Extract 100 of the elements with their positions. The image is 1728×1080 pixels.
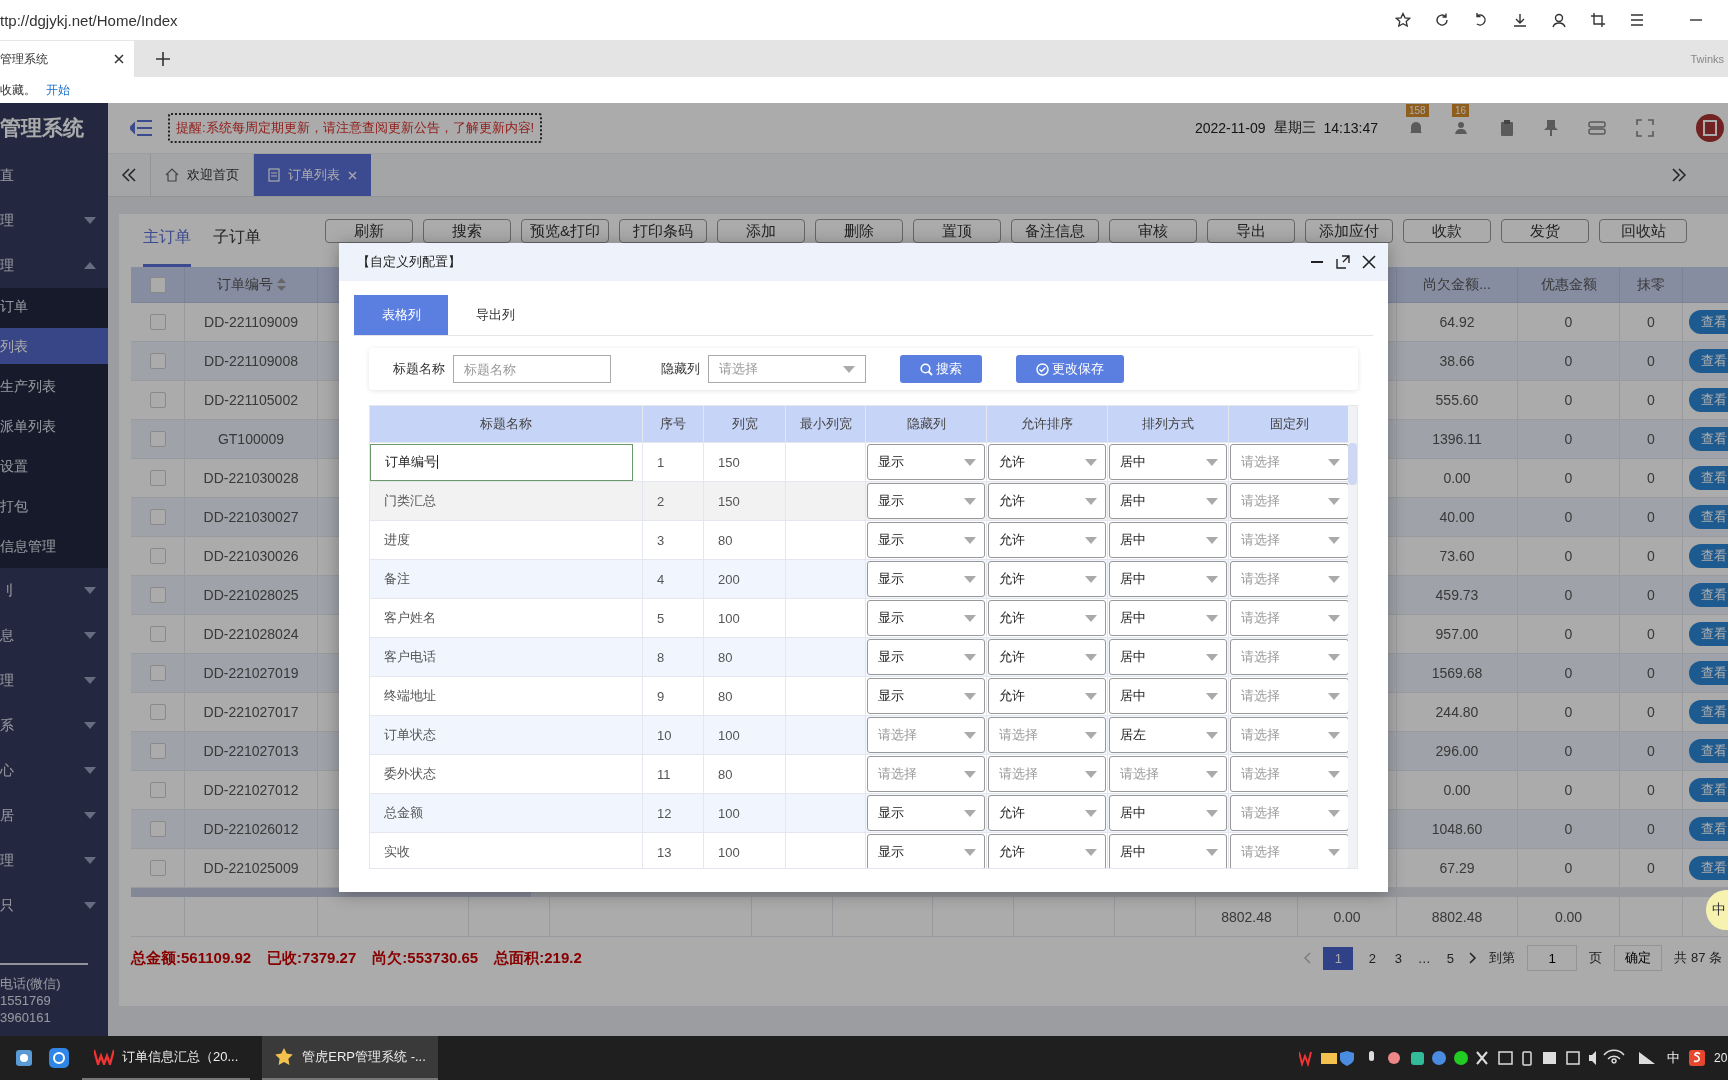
select-field[interactable]: 允许 bbox=[988, 522, 1106, 558]
crop-icon[interactable] bbox=[1590, 12, 1606, 28]
toolbar-button[interactable]: 导出 bbox=[1207, 219, 1295, 243]
select-field[interactable]: 居中 bbox=[1109, 444, 1227, 480]
checkbox[interactable] bbox=[149, 743, 166, 759]
dialog-tab[interactable]: 导出列 bbox=[448, 295, 542, 335]
checkbox[interactable] bbox=[149, 626, 166, 642]
select-field[interactable]: 显示 bbox=[867, 795, 985, 831]
select-field[interactable]: 允许 bbox=[988, 834, 1106, 868]
view-button[interactable]: 查看 bbox=[1689, 427, 1728, 451]
new-tab-icon[interactable] bbox=[156, 52, 170, 66]
checkbox[interactable] bbox=[149, 392, 166, 408]
sidebar-item[interactable]: 系 bbox=[0, 703, 108, 748]
checkbox[interactable] bbox=[149, 431, 166, 447]
toolbar-button[interactable]: 添加应付 bbox=[1305, 219, 1393, 243]
view-button[interactable]: 查看 bbox=[1689, 583, 1728, 607]
sidebar-item[interactable]: 理 bbox=[0, 198, 108, 243]
view-button[interactable]: 查看 bbox=[1689, 544, 1728, 568]
select-field[interactable]: 显示 bbox=[867, 834, 985, 868]
title-input[interactable]: 订单编号 bbox=[370, 443, 633, 481]
page-tab[interactable]: 订单列表 bbox=[253, 154, 371, 196]
save-button[interactable]: 更改保存 bbox=[1016, 355, 1124, 383]
select-field[interactable]: 允许 bbox=[988, 483, 1106, 519]
toolbar-button[interactable]: 置顶 bbox=[913, 219, 1001, 243]
sidebar-subitem[interactable]: 订单 bbox=[0, 288, 108, 324]
view-button[interactable]: 查看 bbox=[1689, 700, 1728, 724]
avatar-icon[interactable] bbox=[1696, 114, 1724, 142]
checkbox[interactable] bbox=[149, 665, 166, 681]
taskbar-window[interactable]: 管虎ERP管理系统 -... bbox=[262, 1036, 438, 1080]
app-icon[interactable] bbox=[1688, 1049, 1706, 1067]
select-field[interactable]: 允许 bbox=[988, 678, 1106, 714]
select-field[interactable]: 显示 bbox=[867, 522, 985, 558]
maximize-icon[interactable] bbox=[1336, 255, 1350, 269]
page-number[interactable]: 2 bbox=[1365, 950, 1380, 966]
taskbar-window[interactable]: 订单信息汇总（20... bbox=[82, 1036, 251, 1080]
toolbar-button[interactable]: 删除 bbox=[815, 219, 903, 243]
sidebar-item[interactable]: 居 bbox=[0, 793, 108, 838]
column-header[interactable]: 尚欠金额... bbox=[1397, 267, 1518, 303]
toolbar-button[interactable]: 打印条码 bbox=[619, 219, 707, 243]
toolbar-button[interactable]: 备注信息 bbox=[1011, 219, 1099, 243]
select-field[interactable]: 显示 bbox=[867, 639, 985, 675]
collapse-icon[interactable] bbox=[122, 168, 136, 182]
select-field[interactable]: 居中 bbox=[1109, 678, 1227, 714]
toolbar-button[interactable]: 刷新 bbox=[325, 219, 413, 243]
toolbar-button[interactable]: 搜索 bbox=[423, 219, 511, 243]
select-field[interactable]: 显示 bbox=[867, 483, 985, 519]
page-number[interactable]: 1 bbox=[1323, 946, 1354, 970]
checkbox[interactable] bbox=[149, 587, 166, 603]
select-field[interactable]: 居中 bbox=[1109, 561, 1227, 597]
column-header[interactable]: 优惠金额 bbox=[1518, 267, 1620, 303]
select-field[interactable]: 允许 bbox=[988, 639, 1106, 675]
sidebar-item[interactable]: 理 bbox=[0, 243, 108, 288]
view-button[interactable]: 查看 bbox=[1689, 856, 1728, 880]
toolbar-button[interactable]: 回收站 bbox=[1599, 219, 1687, 243]
order-tab[interactable]: 子订单 bbox=[213, 214, 261, 267]
sidebar-subitem[interactable]: 派单列表 bbox=[0, 408, 108, 444]
checkbox[interactable] bbox=[149, 314, 166, 330]
download-icon[interactable] bbox=[1512, 12, 1528, 28]
toolbar-button[interactable]: 收款 bbox=[1403, 219, 1491, 243]
sidebar-subitem[interactable]: 打包 bbox=[0, 488, 108, 524]
select-field[interactable]: 允许 bbox=[988, 444, 1106, 480]
page-input[interactable]: 1 bbox=[1527, 945, 1578, 971]
scrollbar[interactable] bbox=[1348, 406, 1357, 868]
select-field[interactable]: 居中 bbox=[1109, 483, 1227, 519]
view-button[interactable]: 查看 bbox=[1689, 622, 1728, 646]
select-field[interactable]: 居中 bbox=[1109, 600, 1227, 636]
checkbox[interactable] bbox=[149, 548, 166, 564]
checkbox[interactable] bbox=[149, 470, 166, 486]
bookmark-link[interactable]: 开始 bbox=[46, 82, 70, 99]
view-button[interactable]: 查看 bbox=[1689, 466, 1728, 490]
checkbox[interactable] bbox=[149, 353, 166, 369]
checkbox[interactable] bbox=[149, 704, 166, 720]
view-button[interactable]: 查看 bbox=[1689, 661, 1728, 685]
toolbar-button[interactable]: 发货 bbox=[1501, 219, 1589, 243]
sidebar-item[interactable]: 理 bbox=[0, 838, 108, 883]
menu-icon[interactable] bbox=[130, 119, 152, 137]
sidebar-item[interactable]: 息 bbox=[0, 613, 108, 658]
close-icon[interactable] bbox=[1362, 255, 1376, 269]
select-field[interactable]: 居中 bbox=[1109, 834, 1227, 868]
app-icon[interactable] bbox=[14, 1048, 34, 1068]
address-text[interactable]: ttp://dgjykj.net/Home/Index bbox=[0, 11, 178, 29]
sidebar-subitem[interactable]: 生产列表 bbox=[0, 368, 108, 404]
view-button[interactable]: 查看 bbox=[1689, 778, 1728, 802]
select-field[interactable]: 居中 bbox=[1109, 522, 1227, 558]
view-button[interactable]: 查看 bbox=[1689, 349, 1728, 373]
title-name-field[interactable]: 标题名称 bbox=[453, 355, 611, 383]
select-field[interactable]: 显示 bbox=[867, 444, 985, 480]
next-page-icon[interactable] bbox=[1469, 952, 1478, 964]
view-button[interactable]: 查看 bbox=[1689, 817, 1728, 841]
sidebar-subitem[interactable]: 列表 bbox=[0, 328, 108, 364]
view-button[interactable]: 查看 bbox=[1689, 505, 1728, 529]
scrollbar-thumb[interactable] bbox=[1348, 443, 1357, 485]
close-icon[interactable] bbox=[114, 54, 124, 64]
clipboard-icon[interactable] bbox=[1500, 120, 1514, 136]
select-field[interactable]: 允许 bbox=[988, 561, 1106, 597]
select-field[interactable]: 允许 bbox=[988, 600, 1106, 636]
page-number[interactable]: 3 bbox=[1391, 950, 1406, 966]
pin-icon[interactable] bbox=[1544, 120, 1558, 136]
view-button[interactable]: 查看 bbox=[1689, 310, 1728, 334]
select-field[interactable]: 显示 bbox=[867, 561, 985, 597]
